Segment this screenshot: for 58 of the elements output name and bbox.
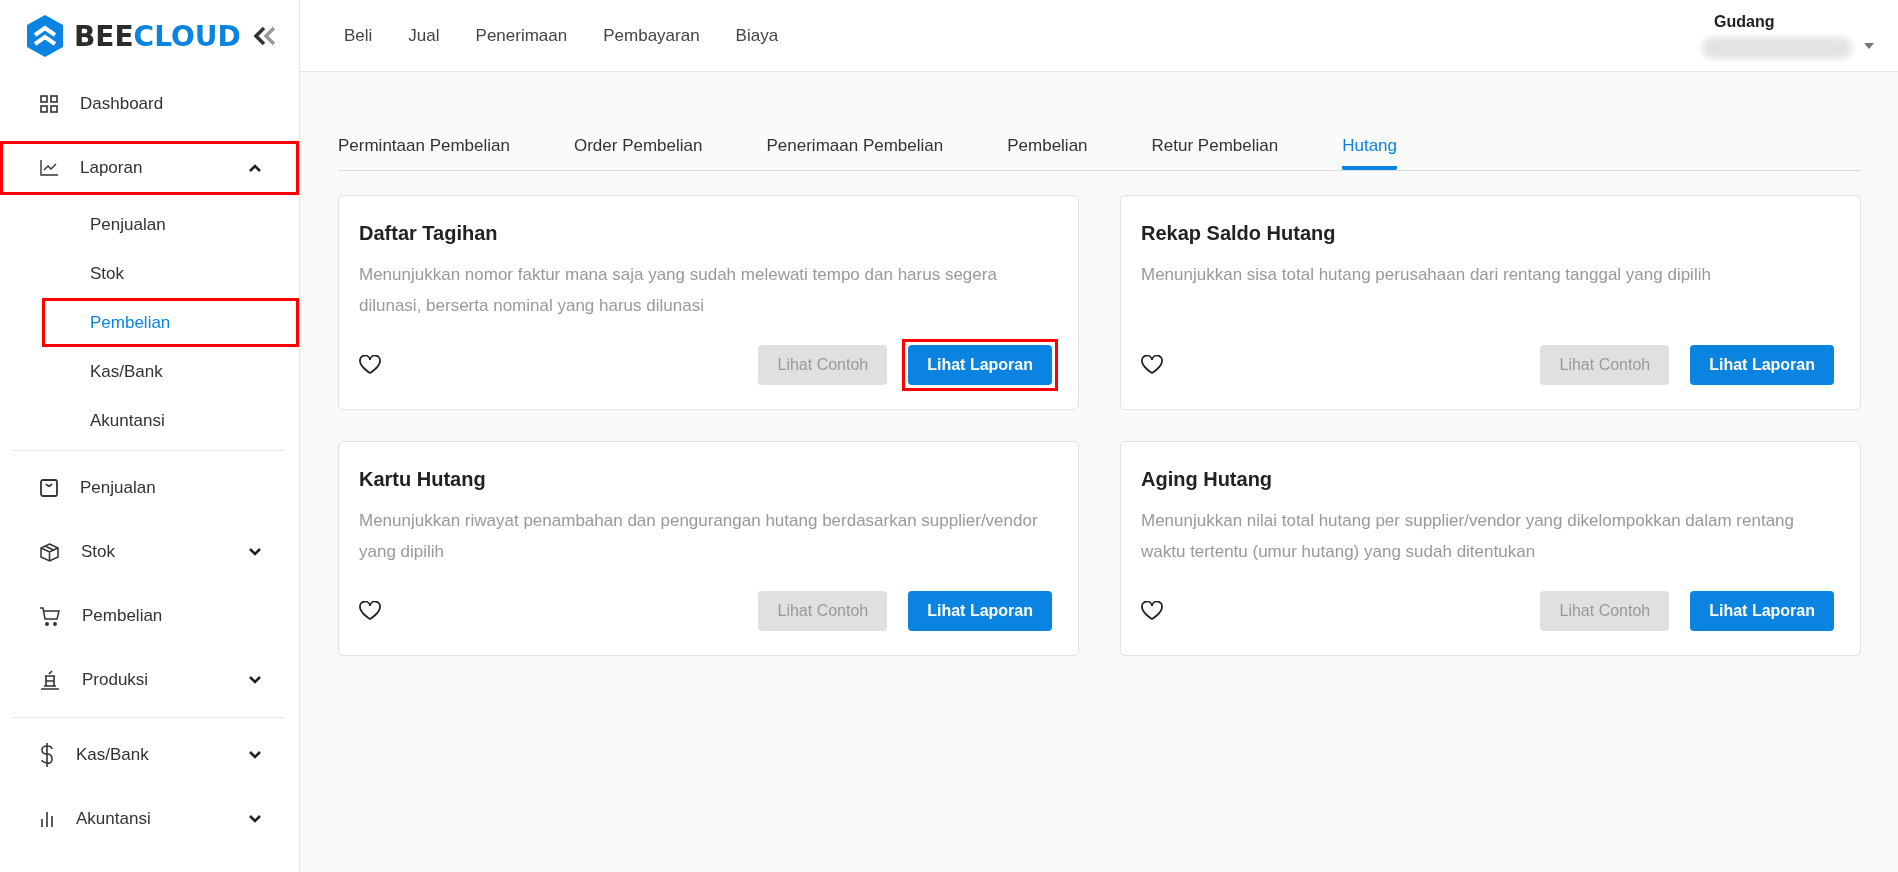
tab[interactable]: Order Pembelian xyxy=(574,122,703,170)
line-chart-icon xyxy=(40,160,58,176)
sidebar-item[interactable]: Pembelian xyxy=(0,584,299,648)
heart-icon[interactable] xyxy=(359,601,381,621)
view-report-button[interactable]: Lihat Laporan xyxy=(908,345,1052,385)
heart-icon[interactable] xyxy=(359,355,381,375)
sidebar-subitem[interactable]: Kas/Bank xyxy=(42,347,299,396)
nav-link[interactable]: Biaya xyxy=(735,25,779,46)
card-title: Aging Hutang xyxy=(1141,468,1274,491)
view-report-button[interactable]: Lihat Laporan xyxy=(908,591,1052,631)
account-label[interactable]: Gudang xyxy=(1714,12,1852,31)
scale-icon xyxy=(40,670,60,690)
sidebar-item[interactable]: Produksi xyxy=(0,648,299,712)
view-report-button[interactable]: Lihat Laporan xyxy=(1690,345,1834,385)
sidebar-item[interactable]: Stok xyxy=(0,520,299,584)
tab[interactable]: Retur Pembelian xyxy=(1151,122,1279,170)
card-description: Menunjukkan sisa total hutang perusahaan dari rentang tanggal yang dipilih xyxy=(1141,264,1712,286)
cart-icon xyxy=(40,606,60,626)
card-description: Menunjukkan nilai total hutang per supplier/vendor yang dikelompokkan dalam rentang waktu tertentu (umur hutang) yang sudah ditentukan xyxy=(1141,510,1796,563)
chevron-up-icon xyxy=(249,164,261,172)
nav-link[interactable]: Jual xyxy=(408,25,440,46)
dollar-icon xyxy=(40,743,54,767)
chevron-down-icon xyxy=(249,676,261,684)
heart-icon[interactable] xyxy=(1141,601,1163,621)
tab[interactable]: Pembelian xyxy=(1007,122,1088,170)
card-title: Kartu Hutang xyxy=(359,468,487,491)
box-icon xyxy=(40,542,59,562)
sidebar-item[interactable]: Laporan xyxy=(0,141,299,195)
nav-link[interactable]: Penerimaan xyxy=(475,25,568,46)
card-title: Rekap Saldo Hutang xyxy=(1141,222,1337,245)
double-chevron-left-icon[interactable] xyxy=(253,26,277,46)
sidebar-item[interactable]: Kas/Bank xyxy=(0,723,299,787)
bag-icon xyxy=(40,479,58,497)
sidebar-subitem[interactable]: Akuntansi xyxy=(42,396,299,445)
nav-link[interactable]: Pembayaran xyxy=(603,25,700,46)
heart-icon[interactable] xyxy=(1141,355,1163,375)
sidebar-subitem[interactable]: Penjualan xyxy=(42,200,299,249)
card-description: Menunjukkan riwayat penambahan dan pengurangan hutang berdasarkan supplier/vendor yang dipilih xyxy=(359,510,1039,563)
chevron-down-icon xyxy=(249,548,261,556)
view-report-button[interactable]: Lihat Laporan xyxy=(1690,591,1834,631)
chevron-down-icon xyxy=(249,751,261,759)
logo-text: BEECLOUD xyxy=(74,19,241,53)
chevron-down-icon xyxy=(249,815,261,823)
nav-link[interactable]: Beli xyxy=(344,25,373,46)
card-description: Menunjukkan nomor faktur mana saja yang sudah melewati tempo dan harus segera dilunasi, berserta nominal yang harus dilunasi xyxy=(359,264,998,317)
sidebar-item[interactable]: Penjualan xyxy=(0,456,299,520)
tab[interactable]: Penerimaan Pembelian xyxy=(766,122,944,170)
sidebar-item[interactable]: Akuntansi xyxy=(0,787,299,851)
tab[interactable]: Permintaan Pembelian xyxy=(338,122,510,170)
logo-icon xyxy=(26,15,64,57)
sidebar-subitem[interactable]: Stok xyxy=(42,249,299,298)
caret-down-icon[interactable] xyxy=(1864,42,1874,49)
sidebar-subitem[interactable]: Pembelian xyxy=(42,298,299,347)
tab[interactable]: Hutang xyxy=(1342,122,1397,170)
bar-chart-icon xyxy=(40,811,54,827)
card-title: Daftar Tagihan xyxy=(359,222,499,245)
grid-icon xyxy=(40,95,58,113)
sidebar-item[interactable]: Dashboard xyxy=(0,72,299,136)
